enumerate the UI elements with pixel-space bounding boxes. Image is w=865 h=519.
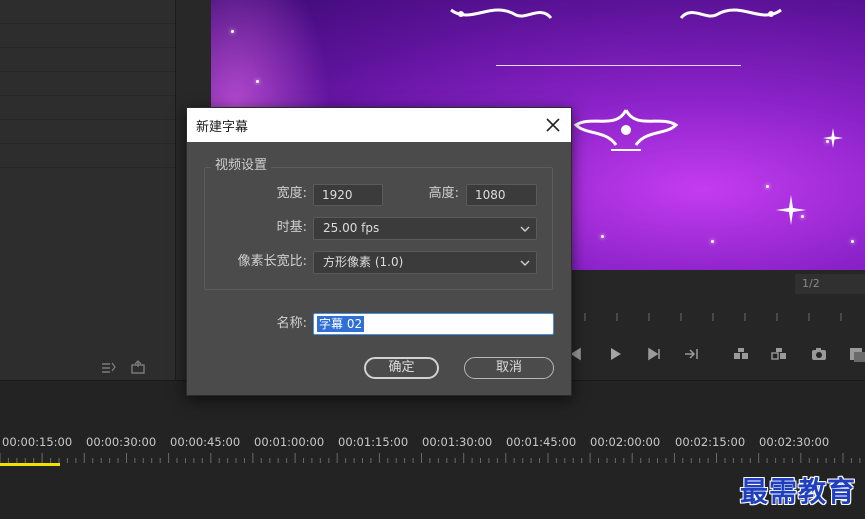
sparkle bbox=[231, 30, 234, 33]
top-ornament-icon bbox=[450, 8, 782, 20]
export-frame-icon[interactable] bbox=[810, 345, 828, 363]
project-row bbox=[0, 120, 175, 144]
premiere-workspace: 1/2 00:00:15:00 00:00:30:00 00:00:45:00 … bbox=[0, 0, 865, 519]
dialog-title: 新建字幕 bbox=[196, 120, 249, 135]
play-icon[interactable] bbox=[606, 345, 624, 363]
timebase-label: 时基: bbox=[276, 220, 307, 235]
project-row bbox=[0, 24, 175, 48]
sparkle bbox=[851, 240, 854, 243]
sparkle bbox=[711, 240, 714, 243]
width-field[interactable]: 1920 bbox=[313, 184, 383, 206]
timebase-select[interactable]: 25.00 fps bbox=[313, 217, 537, 240]
timecode-label: 00:02:00:00 bbox=[590, 435, 661, 449]
timecode-label: 00:01:15:00 bbox=[338, 435, 409, 449]
pixel-aspect-label: 像素长宽比: bbox=[237, 254, 307, 269]
work-area-bar[interactable] bbox=[0, 463, 60, 466]
timebase-value: 25.00 fps bbox=[323, 221, 380, 235]
timecode-label: 00:01:30:00 bbox=[422, 435, 493, 449]
timecode-label: 00:02:15:00 bbox=[675, 435, 746, 449]
monitor-ruler[interactable] bbox=[575, 309, 865, 323]
sparkle bbox=[601, 235, 604, 238]
project-row bbox=[0, 96, 175, 120]
pixel-aspect-value: 方形像素 (1.0) bbox=[323, 255, 404, 269]
name-input[interactable]: 字幕 02 bbox=[313, 313, 554, 335]
extract-icon[interactable] bbox=[770, 345, 788, 363]
lift-icon[interactable] bbox=[732, 345, 750, 363]
project-row bbox=[0, 144, 175, 168]
center-ornament-icon bbox=[573, 109, 679, 151]
close-icon[interactable] bbox=[541, 113, 565, 137]
button-editor-icon[interactable] bbox=[848, 345, 865, 363]
name-value-selected: 字幕 02 bbox=[317, 316, 365, 332]
list-tools-icon[interactable] bbox=[98, 358, 158, 376]
page-indicator: 1/2 bbox=[795, 274, 865, 294]
sparkle bbox=[766, 185, 769, 188]
project-row bbox=[0, 72, 175, 96]
step-forward-icon[interactable] bbox=[645, 345, 663, 363]
dialog-title-bar[interactable]: 新建字幕 bbox=[187, 108, 571, 142]
project-panel bbox=[0, 0, 176, 380]
timecode-label: 00:01:00:00 bbox=[254, 435, 325, 449]
cancel-button[interactable]: 取消 bbox=[464, 357, 554, 379]
chevron-down-icon bbox=[520, 260, 530, 266]
transport-controls bbox=[560, 345, 865, 365]
timecode-label: 00:00:30:00 bbox=[86, 435, 157, 449]
panel-tools bbox=[98, 358, 158, 376]
new-caption-dialog: 新建字幕 视频设置 宽度: 1920 高度: 1080 时基: 25.00 fp… bbox=[186, 107, 572, 396]
pixel-aspect-select[interactable]: 方形像素 (1.0) bbox=[313, 251, 537, 274]
timeline-panel[interactable]: 00:00:15:00 00:00:30:00 00:00:45:00 00:0… bbox=[0, 380, 865, 519]
height-field[interactable]: 1080 bbox=[466, 184, 537, 206]
width-label: 宽度: bbox=[276, 186, 307, 201]
timecode-label: 00:02:30:00 bbox=[759, 435, 830, 449]
project-row bbox=[0, 0, 175, 24]
timecode-label: 00:00:45:00 bbox=[170, 435, 241, 449]
project-row bbox=[0, 48, 175, 72]
name-label: 名称: bbox=[276, 316, 307, 331]
timeline-ruler[interactable] bbox=[0, 451, 865, 465]
ok-button[interactable]: 确定 bbox=[364, 357, 439, 379]
chevron-down-icon bbox=[520, 226, 530, 232]
watermark: 最需教育 bbox=[740, 475, 857, 508]
star-sparkle-icon bbox=[776, 195, 806, 225]
star-sparkle-icon bbox=[823, 128, 843, 148]
timecode-label: 00:01:45:00 bbox=[506, 435, 577, 449]
go-to-out-icon[interactable] bbox=[683, 345, 701, 363]
sparkle bbox=[256, 80, 259, 83]
decorative-line bbox=[496, 65, 741, 66]
timecode-label: 00:00:15:00 bbox=[2, 435, 73, 449]
video-settings-title: 视频设置 bbox=[211, 158, 272, 174]
height-label: 高度: bbox=[428, 186, 459, 201]
